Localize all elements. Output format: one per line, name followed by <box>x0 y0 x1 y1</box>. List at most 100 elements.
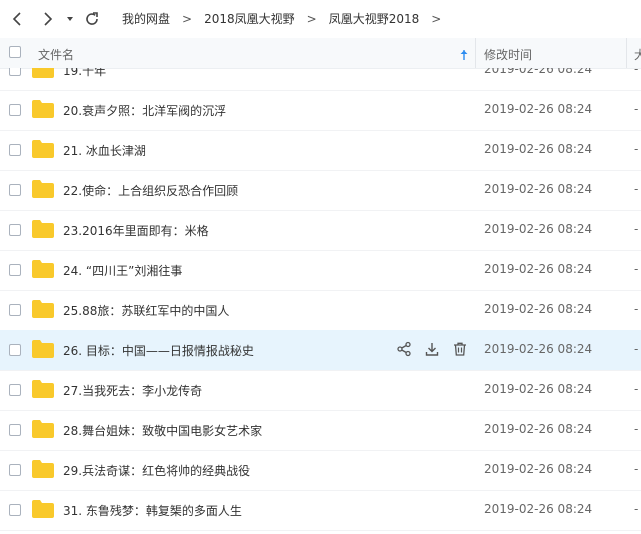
modified-time: 2019-02-26 08:24 <box>484 182 593 196</box>
row-checkbox[interactable] <box>9 384 21 396</box>
folder-icon <box>32 340 54 358</box>
file-name[interactable]: 19.千年 <box>63 68 106 79</box>
folder-icon <box>32 100 54 118</box>
list-item[interactable]: 23.2016年里面即有：米格 2019-02-26 08:24 - <box>0 210 641 251</box>
list-item[interactable]: 21. 冰血长津湖 2019-02-26 08:24 - <box>0 130 641 171</box>
row-checkbox[interactable] <box>9 68 21 76</box>
column-header-modified[interactable]: 修改时间 <box>484 46 532 63</box>
row-checkbox[interactable] <box>9 464 21 476</box>
folder-icon <box>32 260 54 278</box>
chevron-left-icon <box>12 12 21 26</box>
modified-time: 2019-02-26 08:24 <box>484 422 593 436</box>
folder-icon <box>32 220 54 238</box>
file-size: - <box>634 182 639 196</box>
folder-icon <box>32 180 54 198</box>
folder-icon <box>32 140 54 158</box>
file-size: - <box>634 462 639 476</box>
file-name[interactable]: 22.使命：上合组织反恐合作回顾 <box>63 182 238 199</box>
list-item[interactable]: 20.衰声夕照：北洋军阀的沉浮 2019-02-26 08:24 - <box>0 90 641 131</box>
breadcrumb-item[interactable]: 凤凰大视野2018 <box>329 12 420 26</box>
list-item[interactable]: 24. “四川王”刘湘往事 2019-02-26 08:24 - <box>0 250 641 291</box>
modified-time: 2019-02-26 08:24 <box>484 502 593 516</box>
folder-icon <box>32 380 54 398</box>
modified-time: 2019-02-26 08:24 <box>484 342 593 356</box>
file-size: - <box>634 502 639 516</box>
sort-ascending-icon[interactable] <box>458 46 470 60</box>
row-checkbox[interactable] <box>9 224 21 236</box>
file-name[interactable]: 25.88旅：苏联红军中的中国人 <box>63 302 229 319</box>
breadcrumb-separator: > <box>182 12 193 26</box>
column-divider[interactable] <box>626 38 627 68</box>
refresh-button[interactable] <box>82 9 102 29</box>
file-name[interactable]: 27.当我死去：李小龙传奇 <box>63 382 202 399</box>
file-size: - <box>634 68 639 76</box>
list-item[interactable]: 28.舞台姐妹：致敬中国电影女艺术家 2019-02-26 08:24 - <box>0 410 641 451</box>
download-icon[interactable] <box>424 341 440 357</box>
navigation-bar: 我的网盘 >2018凤凰大视野 > 凤凰大视野2018 > <box>0 0 641 38</box>
column-header-size[interactable]: 大 <box>634 46 641 63</box>
file-size: - <box>634 222 639 236</box>
row-checkbox[interactable] <box>9 304 21 316</box>
file-name[interactable]: 21. 冰血长津湖 <box>63 142 146 159</box>
row-checkbox[interactable] <box>9 344 21 356</box>
modified-time: 2019-02-26 08:24 <box>484 382 593 396</box>
list-item[interactable]: 19.千年 2019-02-26 08:24 - <box>0 68 641 91</box>
breadcrumb-separator: > <box>431 12 442 26</box>
row-checkbox[interactable] <box>9 144 21 156</box>
list-item[interactable]: 27.当我死去：李小龙传奇 2019-02-26 08:24 - <box>0 370 641 411</box>
breadcrumb-item[interactable]: 我的网盘 <box>122 12 170 26</box>
modified-time: 2019-02-26 08:24 <box>484 302 593 316</box>
row-checkbox[interactable] <box>9 104 21 116</box>
breadcrumb: 我的网盘 >2018凤凰大视野 > 凤凰大视野2018 > <box>122 10 453 27</box>
file-name[interactable]: 24. “四川王”刘湘往事 <box>63 262 182 279</box>
list-item[interactable]: 29.兵法奇谋：红色将帅的经典战役 2019-02-26 08:24 - <box>0 450 641 491</box>
modified-time: 2019-02-26 08:24 <box>484 262 593 276</box>
folder-icon <box>32 68 54 78</box>
folder-icon <box>32 300 54 318</box>
row-checkbox[interactable] <box>9 264 21 276</box>
file-name[interactable]: 23.2016年里面即有：米格 <box>63 222 209 239</box>
column-divider[interactable] <box>475 38 476 68</box>
back-button[interactable] <box>8 9 28 29</box>
modified-time: 2019-02-26 08:24 <box>484 68 593 76</box>
folder-icon <box>32 460 54 478</box>
folder-icon <box>32 420 54 438</box>
file-size: - <box>634 302 639 316</box>
file-name[interactable]: 29.兵法奇谋：红色将帅的经典战役 <box>63 462 250 479</box>
modified-time: 2019-02-26 08:24 <box>484 462 593 476</box>
chevron-right-icon <box>44 12 53 26</box>
folder-icon <box>32 500 54 518</box>
list-item-hovered[interactable]: 26. 目标：中国——日报情报战秘史 2019-02-26 08:24 - <box>0 330 641 371</box>
caret-down-icon <box>67 17 73 21</box>
list-item[interactable]: 22.使命：上合组织反恐合作回顾 2019-02-26 08:24 - <box>0 170 641 211</box>
modified-time: 2019-02-26 08:24 <box>484 142 593 156</box>
list-item[interactable]: 31. 东鲁残梦：韩复榘的多面人生 2019-02-26 08:24 - <box>0 490 641 531</box>
file-name[interactable]: 26. 目标：中国——日报情报战秘史 <box>63 342 254 359</box>
modified-time: 2019-02-26 08:24 <box>484 222 593 236</box>
forward-button[interactable] <box>37 9 57 29</box>
share-icon[interactable] <box>396 341 412 357</box>
file-size: - <box>634 342 639 356</box>
file-name[interactable]: 31. 东鲁残梦：韩复榘的多面人生 <box>63 502 242 519</box>
select-all-checkbox[interactable] <box>9 46 21 58</box>
row-checkbox[interactable] <box>9 504 21 516</box>
breadcrumb-separator: > <box>306 12 317 26</box>
file-size: - <box>634 422 639 436</box>
file-name[interactable]: 20.衰声夕照：北洋军阀的沉浮 <box>63 102 226 119</box>
file-size: - <box>634 262 639 276</box>
history-dropdown-button[interactable] <box>63 9 77 29</box>
file-size: - <box>634 102 639 116</box>
delete-icon[interactable] <box>452 341 468 357</box>
file-list: 19.千年 2019-02-26 08:24 - 20.衰声夕照：北洋军阀的沉浮… <box>0 68 641 534</box>
row-checkbox[interactable] <box>9 424 21 436</box>
file-name[interactable]: 28.舞台姐妹：致敬中国电影女艺术家 <box>63 422 262 439</box>
column-header-name[interactable]: 文件名 <box>38 46 74 63</box>
row-checkbox[interactable] <box>9 184 21 196</box>
refresh-icon <box>86 12 98 25</box>
list-item[interactable]: 25.88旅：苏联红军中的中国人 2019-02-26 08:24 - <box>0 290 641 331</box>
file-list-header: 文件名 修改时间 大 <box>0 38 641 69</box>
file-size: - <box>634 142 639 156</box>
breadcrumb-item[interactable]: 2018凤凰大视野 <box>204 12 295 26</box>
modified-time: 2019-02-26 08:24 <box>484 102 593 116</box>
file-size: - <box>634 382 639 396</box>
